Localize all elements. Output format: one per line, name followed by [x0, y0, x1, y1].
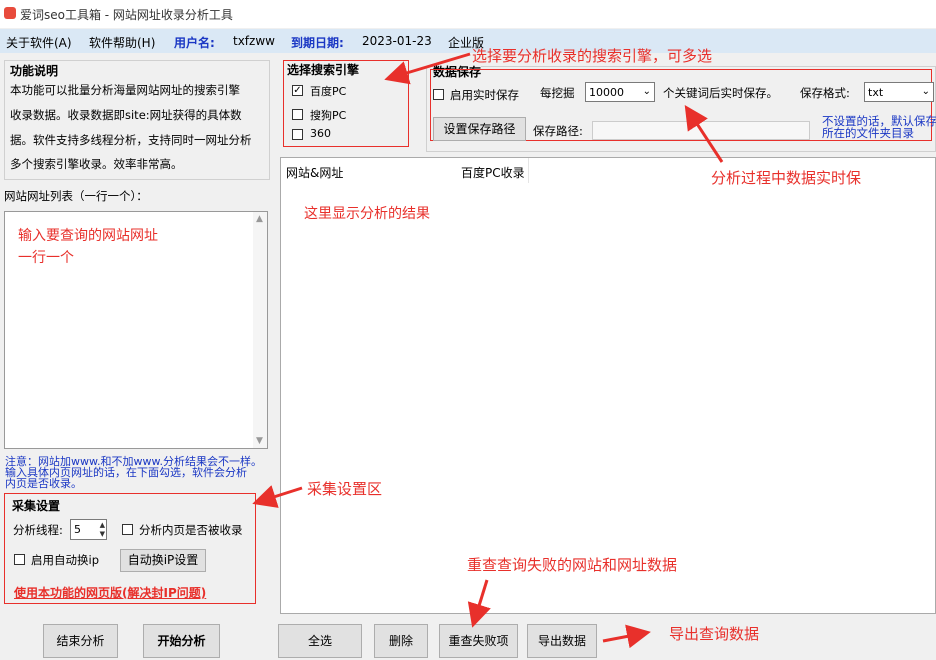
annotation-arrows	[252, 52, 724, 649]
arrow-realtime	[684, 104, 724, 163]
arrow-collect	[252, 485, 303, 508]
arrow-recheck	[467, 579, 491, 628]
arrow-engines	[384, 52, 471, 85]
arrow-export	[602, 624, 651, 649]
